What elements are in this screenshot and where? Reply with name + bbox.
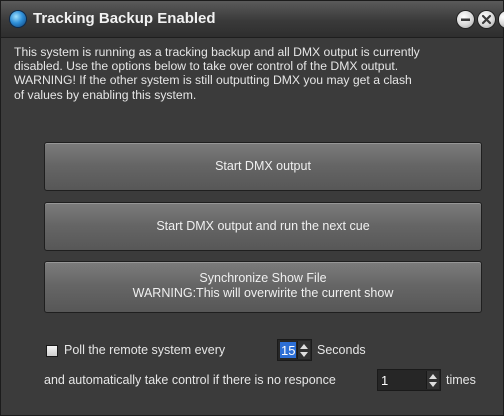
poll-remote-checkbox[interactable]	[46, 345, 58, 357]
message-line: WARNING! If the other system is still ou…	[14, 73, 412, 88]
sync-button-warning: WARNING:This will overwirite the current…	[132, 286, 394, 300]
window-control-edge	[499, 11, 504, 28]
spin-arrows	[426, 371, 439, 389]
title-bar[interactable]: Tracking Backup Enabled	[1, 1, 504, 38]
spin-up-icon[interactable]	[429, 374, 437, 379]
poll-interval-input[interactable]	[279, 341, 301, 359]
message-line: disabled. Use the options below to take …	[14, 59, 399, 74]
window-title: Tracking Backup Enabled	[33, 10, 216, 27]
spin-up-icon[interactable]	[300, 344, 308, 349]
take-control-label: and automatically take control if there …	[44, 373, 336, 387]
close-button[interactable]	[478, 11, 495, 28]
status-message: This system is running as a tracking bac…	[14, 45, 498, 102]
minimize-icon	[461, 18, 470, 21]
tracking-backup-dialog: Tracking Backup Enabled This system is r…	[0, 0, 504, 416]
message-line: This system is running as a tracking bac…	[14, 45, 420, 59]
minimize-button[interactable]	[457, 11, 474, 28]
message-line: of values by enabling this system.	[14, 87, 197, 102]
poll-label: Poll the remote system every	[64, 343, 226, 357]
close-icon	[481, 14, 492, 25]
poll-interval-spinbox[interactable]	[277, 339, 312, 361]
retry-times-input[interactable]	[379, 371, 421, 389]
spin-down-icon[interactable]	[429, 382, 437, 387]
retry-times-spinbox[interactable]	[377, 369, 441, 391]
start-dmx-output-button[interactable]: Start DMX output	[44, 142, 482, 191]
app-globe-icon	[10, 11, 26, 27]
times-label: times	[446, 373, 476, 387]
spin-down-icon[interactable]	[300, 352, 308, 357]
sync-button-label: Synchronize Show File	[199, 271, 327, 285]
start-dmx-output-next-cue-button[interactable]: Start DMX output and run the next cue	[44, 202, 482, 251]
synchronize-show-file-button[interactable]: Synchronize Show File WARNING:This will …	[44, 261, 482, 313]
seconds-label: Seconds	[317, 343, 366, 357]
